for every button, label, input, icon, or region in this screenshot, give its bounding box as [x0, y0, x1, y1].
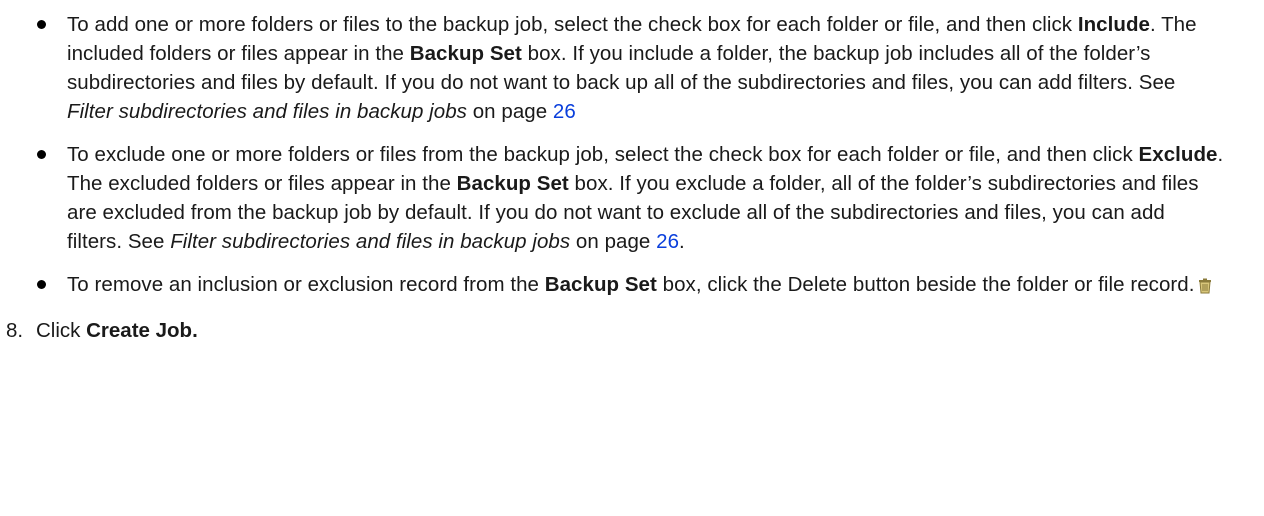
text-run: To remove an inclusion or exclusion reco… — [67, 273, 545, 296]
bullet-marker — [37, 280, 46, 289]
step-number: 8. — [6, 319, 24, 342]
text-run: box, click the Delete button beside the … — [656, 273, 1195, 296]
numbered-step: 8. Click Create Job. — [6, 316, 1224, 345]
text-run: on page — [466, 100, 553, 123]
create-job-label: Create Job. — [86, 319, 198, 342]
bullet-marker — [37, 20, 46, 29]
cross-reference-title: Filter subdirectories and files in backu… — [67, 100, 467, 123]
bullet-marker — [37, 150, 46, 159]
list-item: To remove an inclusion or exclusion reco… — [37, 270, 1224, 302]
text-run: To add one or more folders or files to t… — [67, 13, 1078, 36]
bold-term: Backup Set — [456, 172, 569, 195]
bold-term: Backup Set — [409, 42, 522, 65]
text-run: . — [679, 230, 685, 253]
bullet-text: To exclude one or more folders or files … — [67, 140, 1224, 256]
page-link[interactable]: 26 — [656, 230, 679, 253]
page-link[interactable]: 26 — [553, 100, 576, 123]
trash-icon — [1198, 273, 1212, 302]
list-item: To add one or more folders or files to t… — [37, 10, 1224, 126]
text-run: on page — [570, 230, 657, 253]
bullet-list: To add one or more folders or files to t… — [0, 10, 1264, 302]
bullet-text: To remove an inclusion or exclusion reco… — [67, 270, 1224, 302]
bold-term: Include — [1077, 13, 1150, 36]
document-page: To add one or more folders or files to t… — [0, 0, 1264, 516]
bullet-text: To add one or more folders or files to t… — [67, 10, 1224, 126]
list-item: To exclude one or more folders or files … — [37, 140, 1224, 256]
cross-reference-title: Filter subdirectories and files in backu… — [170, 230, 571, 253]
bold-term: Backup Set — [544, 273, 657, 296]
step-text: Click — [36, 319, 87, 342]
text-run: To exclude one or more folders or files … — [67, 143, 1139, 166]
bold-term: Exclude — [1138, 143, 1218, 166]
